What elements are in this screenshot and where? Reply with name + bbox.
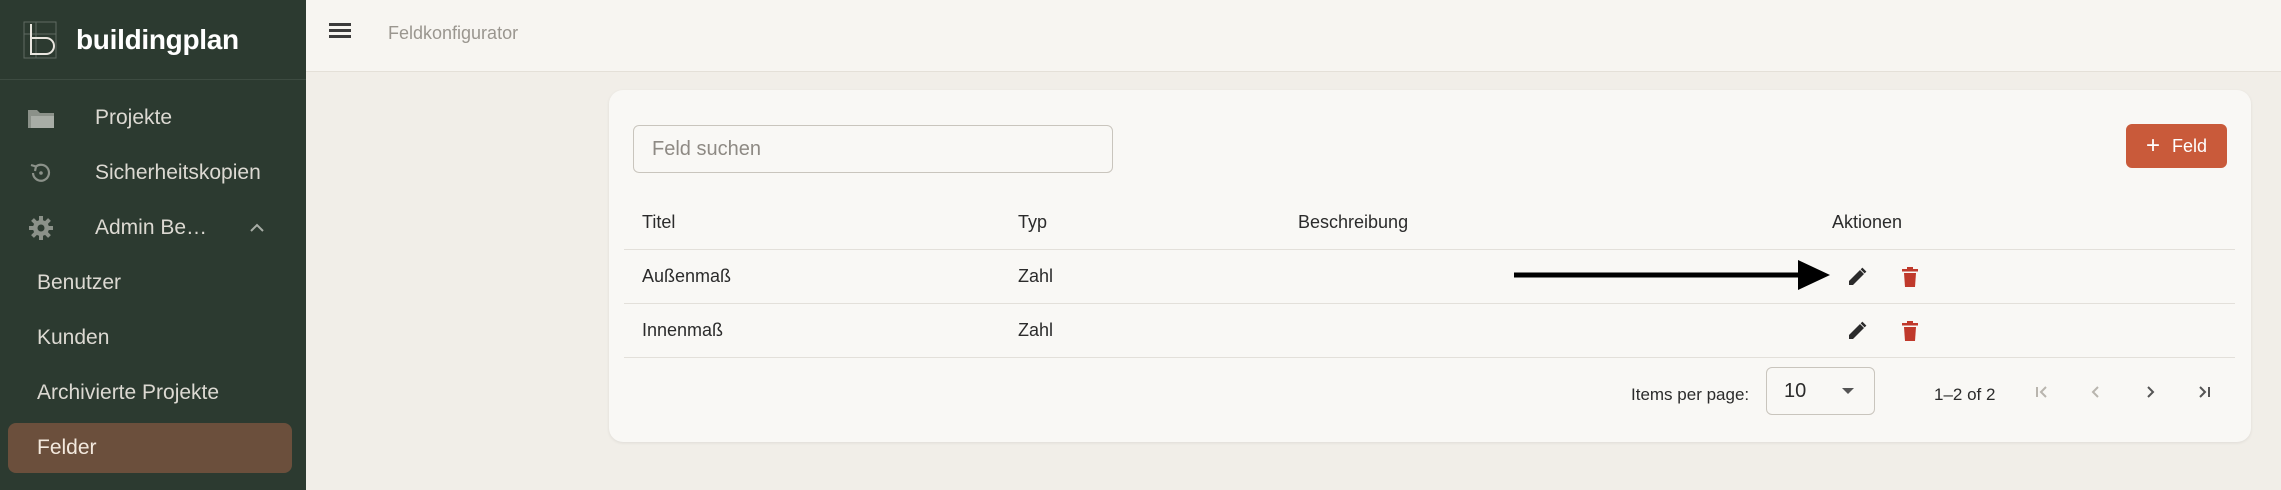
brand[interactable]: buildingplan (0, 0, 306, 80)
sidebar-item-label: Felder (37, 436, 97, 459)
chevron-up-icon[interactable] (248, 219, 266, 237)
table-row[interactable]: Innenmaß Zahl (624, 304, 2235, 358)
table-row[interactable]: Außenmaß Zahl (624, 250, 2235, 304)
sidebar-item-label: Benutzer (37, 271, 122, 294)
sidebar-item-sicherheitskopien[interactable]: Sicherheitskopien (0, 148, 306, 198)
sidebar-item-felder[interactable]: Felder (8, 423, 292, 473)
sidebar-item-label: Admin Be… (95, 216, 208, 239)
sidebar-item-label: Archivierte Projekte (37, 381, 220, 404)
sidebar-item-archivierte-projekte[interactable]: Archivierte Projekte (0, 368, 306, 418)
column-header-description[interactable]: Beschreibung (1298, 196, 1408, 249)
cell-title: Außenmaß (642, 266, 732, 286)
first-page-icon[interactable] (2029, 379, 2055, 405)
pagination: Items per page: 10 1–2 of 2 (609, 367, 2251, 427)
last-page-icon[interactable] (2191, 379, 2217, 405)
sidebar-item-label: Kunden (37, 326, 110, 349)
logo-icon (23, 21, 57, 58)
annotation-arrow-icon (1514, 260, 1830, 290)
items-per-page-value: 10 (1784, 380, 1807, 402)
edit-icon[interactable] (1846, 320, 1868, 342)
sidebar: buildingplan Projekte Sicherheitskopien … (0, 0, 306, 490)
fields-table: Titel Typ Beschreibung Aktionen Außenmaß… (624, 196, 2235, 358)
folder-icon (26, 105, 56, 131)
edit-icon[interactable] (1846, 266, 1868, 288)
page-title: Feldkonfigurator (388, 23, 519, 43)
brand-name: buildingplan (76, 23, 239, 55)
fields-card: + Feld Titel Typ Beschreibung Aktionen A… (609, 90, 2251, 442)
sidebar-item-projekte[interactable]: Projekte (0, 93, 306, 143)
sidebar-item-label: Sicherheitskopien (95, 161, 261, 184)
items-per-page-select[interactable]: 10 (1766, 367, 1875, 415)
sidebar-item-label: Projekte (95, 106, 173, 129)
plus-icon: + (2145, 132, 2160, 159)
items-per-page-label: Items per page: (1631, 385, 1750, 404)
topbar: Feldkonfigurator (306, 0, 2281, 72)
dropdown-caret-icon (1842, 388, 1854, 394)
search-input[interactable] (633, 125, 1113, 173)
table-header-row: Titel Typ Beschreibung Aktionen (624, 196, 2235, 250)
sidebar-item-benutzer[interactable]: Benutzer (0, 258, 306, 308)
page-range: 1–2 of 2 (1934, 385, 1996, 404)
column-header-type[interactable]: Typ (1018, 196, 1047, 249)
column-header-title[interactable]: Titel (642, 196, 675, 249)
delete-icon[interactable] (1900, 266, 1920, 288)
previous-page-icon[interactable] (2083, 379, 2109, 405)
add-field-button[interactable]: + Feld (2126, 124, 2227, 168)
cell-type: Zahl (1018, 320, 1054, 340)
sidebar-item-admin[interactable]: Admin Be… (0, 203, 306, 253)
cell-title: Innenmaß (642, 320, 724, 340)
sidebar-item-kunden[interactable]: Kunden (0, 313, 306, 363)
history-icon (26, 160, 56, 186)
menu-icon[interactable] (326, 20, 354, 48)
cell-type: Zahl (1018, 266, 1054, 286)
next-page-icon[interactable] (2137, 379, 2163, 405)
add-field-label: Feld (2172, 135, 2208, 156)
gear-icon (26, 215, 56, 241)
column-header-actions: Aktionen (1832, 212, 1903, 232)
delete-icon[interactable] (1900, 320, 1920, 342)
